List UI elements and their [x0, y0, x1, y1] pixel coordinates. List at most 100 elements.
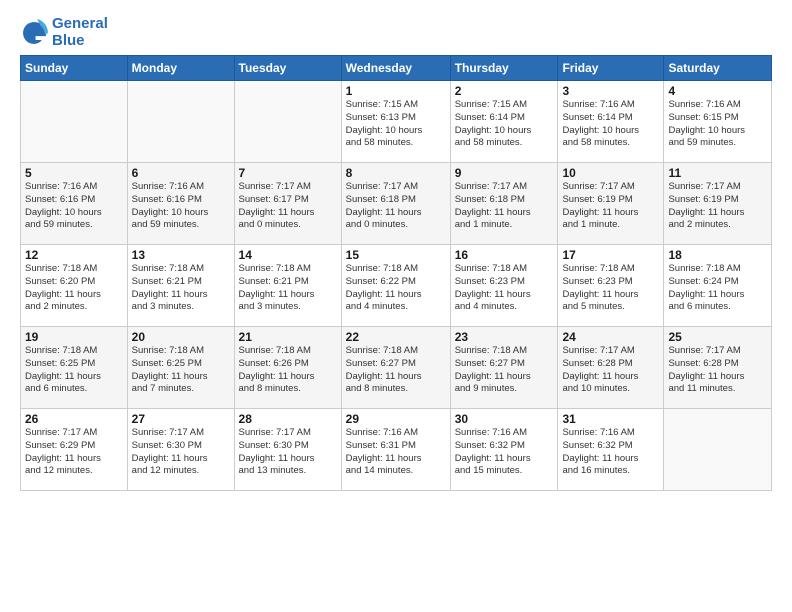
week-row-1: 1Sunrise: 7:15 AM Sunset: 6:13 PM Daylig…	[21, 81, 772, 163]
day-info: Sunrise: 7:17 AM Sunset: 6:30 PM Dayligh…	[132, 427, 230, 478]
day-cell-12: 12Sunrise: 7:18 AM Sunset: 6:20 PM Dayli…	[21, 245, 128, 327]
day-info: Sunrise: 7:17 AM Sunset: 6:19 PM Dayligh…	[562, 181, 659, 232]
day-cell-28: 28Sunrise: 7:17 AM Sunset: 6:30 PM Dayli…	[234, 409, 341, 491]
day-cell-20: 20Sunrise: 7:18 AM Sunset: 6:25 PM Dayli…	[127, 327, 234, 409]
day-number: 19	[25, 330, 123, 344]
day-info: Sunrise: 7:16 AM Sunset: 6:16 PM Dayligh…	[132, 181, 230, 232]
day-number: 15	[346, 248, 446, 262]
day-number: 3	[562, 84, 659, 98]
day-info: Sunrise: 7:18 AM Sunset: 6:22 PM Dayligh…	[346, 263, 446, 314]
day-info: Sunrise: 7:18 AM Sunset: 6:26 PM Dayligh…	[239, 345, 337, 396]
day-info: Sunrise: 7:18 AM Sunset: 6:20 PM Dayligh…	[25, 263, 123, 314]
day-number: 25	[668, 330, 767, 344]
day-number: 27	[132, 412, 230, 426]
week-row-4: 19Sunrise: 7:18 AM Sunset: 6:25 PM Dayli…	[21, 327, 772, 409]
day-number: 22	[346, 330, 446, 344]
day-number: 31	[562, 412, 659, 426]
logo: General Blue	[20, 16, 108, 49]
day-number: 6	[132, 166, 230, 180]
logo-icon	[20, 19, 48, 47]
day-cell-21: 21Sunrise: 7:18 AM Sunset: 6:26 PM Dayli…	[234, 327, 341, 409]
day-info: Sunrise: 7:17 AM Sunset: 6:29 PM Dayligh…	[25, 427, 123, 478]
day-info: Sunrise: 7:18 AM Sunset: 6:21 PM Dayligh…	[132, 263, 230, 314]
day-cell-6: 6Sunrise: 7:16 AM Sunset: 6:16 PM Daylig…	[127, 163, 234, 245]
week-row-3: 12Sunrise: 7:18 AM Sunset: 6:20 PM Dayli…	[21, 245, 772, 327]
empty-cell	[234, 81, 341, 163]
day-info: Sunrise: 7:16 AM Sunset: 6:15 PM Dayligh…	[668, 99, 767, 150]
day-info: Sunrise: 7:16 AM Sunset: 6:31 PM Dayligh…	[346, 427, 446, 478]
day-cell-9: 9Sunrise: 7:17 AM Sunset: 6:18 PM Daylig…	[450, 163, 558, 245]
day-number: 17	[562, 248, 659, 262]
day-cell-2: 2Sunrise: 7:15 AM Sunset: 6:14 PM Daylig…	[450, 81, 558, 163]
day-cell-19: 19Sunrise: 7:18 AM Sunset: 6:25 PM Dayli…	[21, 327, 128, 409]
header: General Blue	[20, 16, 772, 49]
day-info: Sunrise: 7:18 AM Sunset: 6:23 PM Dayligh…	[562, 263, 659, 314]
day-info: Sunrise: 7:17 AM Sunset: 6:30 PM Dayligh…	[239, 427, 337, 478]
weekday-header-friday: Friday	[558, 56, 664, 81]
day-number: 30	[455, 412, 554, 426]
day-info: Sunrise: 7:17 AM Sunset: 6:19 PM Dayligh…	[668, 181, 767, 232]
day-info: Sunrise: 7:18 AM Sunset: 6:25 PM Dayligh…	[132, 345, 230, 396]
day-number: 4	[668, 84, 767, 98]
day-cell-1: 1Sunrise: 7:15 AM Sunset: 6:13 PM Daylig…	[341, 81, 450, 163]
day-number: 10	[562, 166, 659, 180]
day-info: Sunrise: 7:17 AM Sunset: 6:18 PM Dayligh…	[455, 181, 554, 232]
weekday-header-wednesday: Wednesday	[341, 56, 450, 81]
week-row-2: 5Sunrise: 7:16 AM Sunset: 6:16 PM Daylig…	[21, 163, 772, 245]
day-number: 21	[239, 330, 337, 344]
day-cell-15: 15Sunrise: 7:18 AM Sunset: 6:22 PM Dayli…	[341, 245, 450, 327]
page: General Blue SundayMondayTuesdayWednesda…	[0, 0, 792, 501]
day-cell-4: 4Sunrise: 7:16 AM Sunset: 6:15 PM Daylig…	[664, 81, 772, 163]
day-cell-10: 10Sunrise: 7:17 AM Sunset: 6:19 PM Dayli…	[558, 163, 664, 245]
day-number: 8	[346, 166, 446, 180]
day-info: Sunrise: 7:17 AM Sunset: 6:28 PM Dayligh…	[668, 345, 767, 396]
day-number: 2	[455, 84, 554, 98]
day-number: 9	[455, 166, 554, 180]
day-cell-17: 17Sunrise: 7:18 AM Sunset: 6:23 PM Dayli…	[558, 245, 664, 327]
day-number: 18	[668, 248, 767, 262]
day-number: 5	[25, 166, 123, 180]
day-number: 12	[25, 248, 123, 262]
day-cell-29: 29Sunrise: 7:16 AM Sunset: 6:31 PM Dayli…	[341, 409, 450, 491]
weekday-header-monday: Monday	[127, 56, 234, 81]
weekday-header-saturday: Saturday	[664, 56, 772, 81]
day-cell-5: 5Sunrise: 7:16 AM Sunset: 6:16 PM Daylig…	[21, 163, 128, 245]
day-cell-22: 22Sunrise: 7:18 AM Sunset: 6:27 PM Dayli…	[341, 327, 450, 409]
day-cell-30: 30Sunrise: 7:16 AM Sunset: 6:32 PM Dayli…	[450, 409, 558, 491]
day-cell-8: 8Sunrise: 7:17 AM Sunset: 6:18 PM Daylig…	[341, 163, 450, 245]
day-cell-23: 23Sunrise: 7:18 AM Sunset: 6:27 PM Dayli…	[450, 327, 558, 409]
weekday-header-sunday: Sunday	[21, 56, 128, 81]
day-info: Sunrise: 7:17 AM Sunset: 6:28 PM Dayligh…	[562, 345, 659, 396]
day-info: Sunrise: 7:16 AM Sunset: 6:16 PM Dayligh…	[25, 181, 123, 232]
day-info: Sunrise: 7:16 AM Sunset: 6:32 PM Dayligh…	[455, 427, 554, 478]
day-cell-27: 27Sunrise: 7:17 AM Sunset: 6:30 PM Dayli…	[127, 409, 234, 491]
weekday-header-thursday: Thursday	[450, 56, 558, 81]
day-cell-24: 24Sunrise: 7:17 AM Sunset: 6:28 PM Dayli…	[558, 327, 664, 409]
day-number: 29	[346, 412, 446, 426]
empty-cell	[664, 409, 772, 491]
day-info: Sunrise: 7:18 AM Sunset: 6:24 PM Dayligh…	[668, 263, 767, 314]
day-info: Sunrise: 7:18 AM Sunset: 6:27 PM Dayligh…	[455, 345, 554, 396]
day-info: Sunrise: 7:16 AM Sunset: 6:32 PM Dayligh…	[562, 427, 659, 478]
day-number: 7	[239, 166, 337, 180]
day-cell-3: 3Sunrise: 7:16 AM Sunset: 6:14 PM Daylig…	[558, 81, 664, 163]
day-number: 11	[668, 166, 767, 180]
day-number: 1	[346, 84, 446, 98]
day-number: 26	[25, 412, 123, 426]
day-cell-16: 16Sunrise: 7:18 AM Sunset: 6:23 PM Dayli…	[450, 245, 558, 327]
day-info: Sunrise: 7:18 AM Sunset: 6:23 PM Dayligh…	[455, 263, 554, 314]
day-info: Sunrise: 7:15 AM Sunset: 6:13 PM Dayligh…	[346, 99, 446, 150]
week-row-5: 26Sunrise: 7:17 AM Sunset: 6:29 PM Dayli…	[21, 409, 772, 491]
day-cell-31: 31Sunrise: 7:16 AM Sunset: 6:32 PM Dayli…	[558, 409, 664, 491]
calendar-table: SundayMondayTuesdayWednesdayThursdayFrid…	[20, 55, 772, 491]
day-cell-13: 13Sunrise: 7:18 AM Sunset: 6:21 PM Dayli…	[127, 245, 234, 327]
day-info: Sunrise: 7:18 AM Sunset: 6:27 PM Dayligh…	[346, 345, 446, 396]
weekday-header-row: SundayMondayTuesdayWednesdayThursdayFrid…	[21, 56, 772, 81]
day-number: 24	[562, 330, 659, 344]
day-number: 16	[455, 248, 554, 262]
day-cell-7: 7Sunrise: 7:17 AM Sunset: 6:17 PM Daylig…	[234, 163, 341, 245]
day-number: 13	[132, 248, 230, 262]
day-info: Sunrise: 7:18 AM Sunset: 6:25 PM Dayligh…	[25, 345, 123, 396]
empty-cell	[127, 81, 234, 163]
day-info: Sunrise: 7:17 AM Sunset: 6:18 PM Dayligh…	[346, 181, 446, 232]
